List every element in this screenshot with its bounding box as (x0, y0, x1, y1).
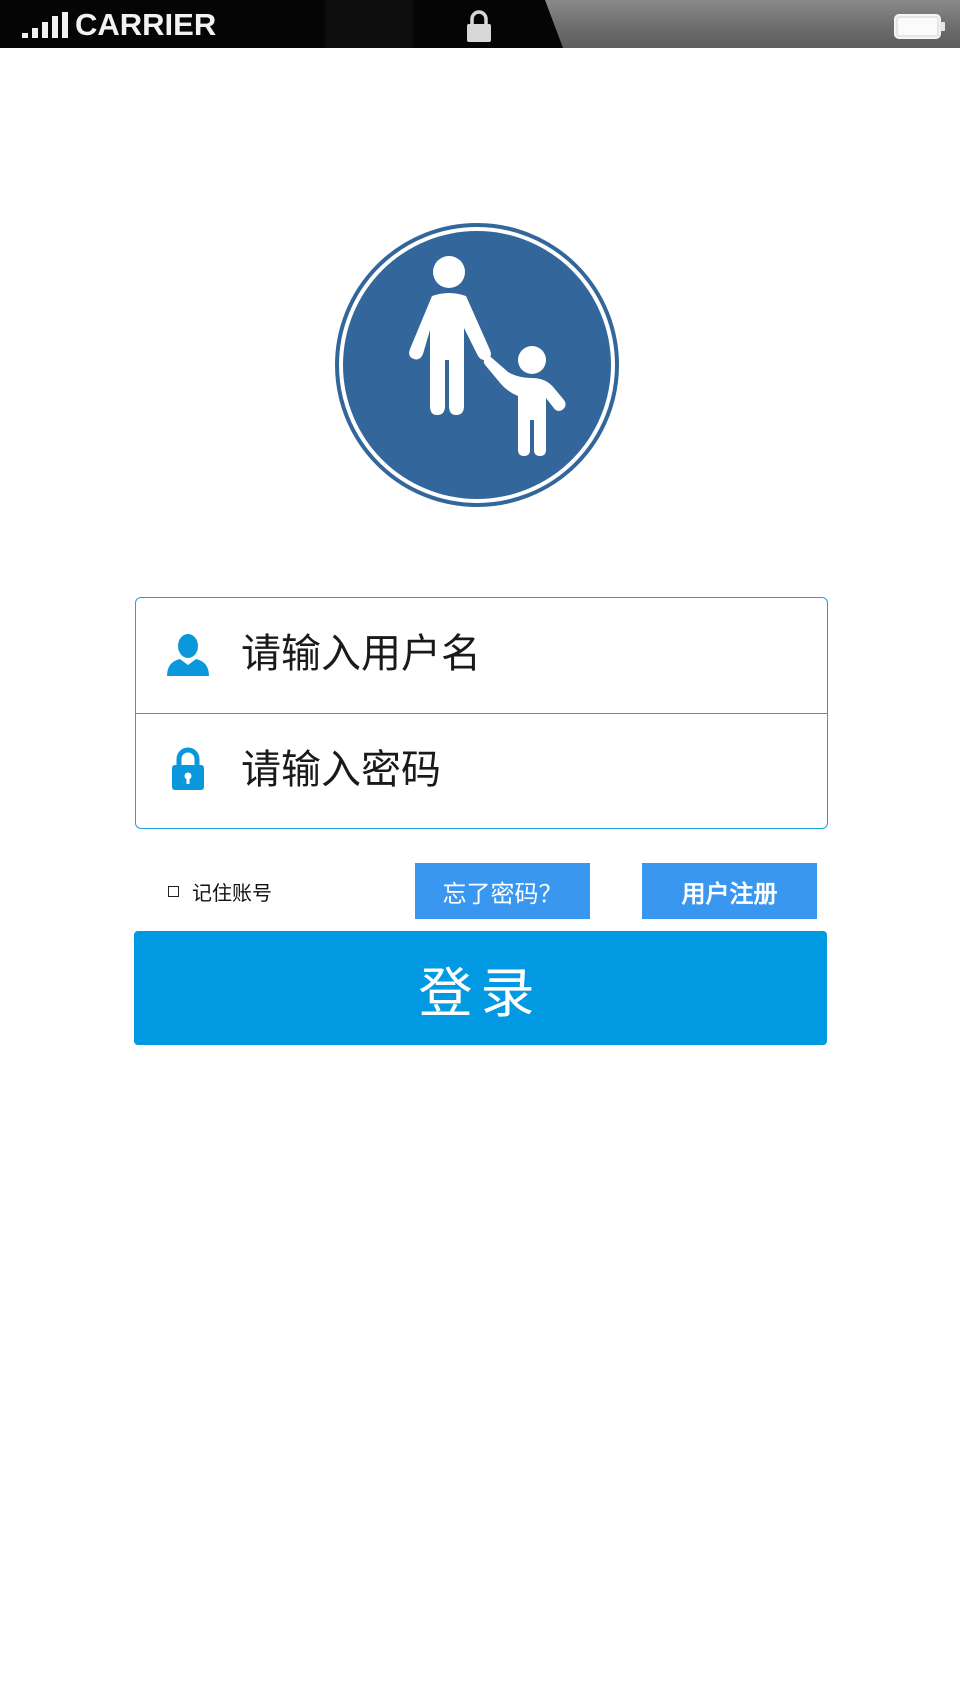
forgot-password-button[interactable]: 忘了密码？ (415, 863, 590, 919)
username-input[interactable] (241, 622, 801, 686)
signal-bars-icon (22, 12, 68, 38)
lock-icon (467, 10, 491, 42)
remember-checkbox[interactable] (168, 885, 179, 897)
username-row (136, 598, 827, 714)
battery-icon (894, 14, 945, 39)
remember-account[interactable]: 记住账号 (168, 876, 272, 906)
password-input[interactable] (241, 738, 801, 802)
password-row (136, 714, 827, 829)
register-button[interactable]: 用户注册 (642, 863, 817, 919)
lock-icon (172, 747, 204, 790)
remember-label: 记住账号 (192, 880, 272, 905)
status-bar-shade (325, 0, 413, 48)
carrier-name: CARRIER (75, 7, 217, 42)
status-bar: CARRIER (0, 0, 960, 48)
parent-child-walking-icon (334, 222, 620, 508)
login-button[interactable]: 登录 (134, 931, 827, 1045)
user-icon (167, 634, 209, 676)
login-form (135, 597, 828, 829)
